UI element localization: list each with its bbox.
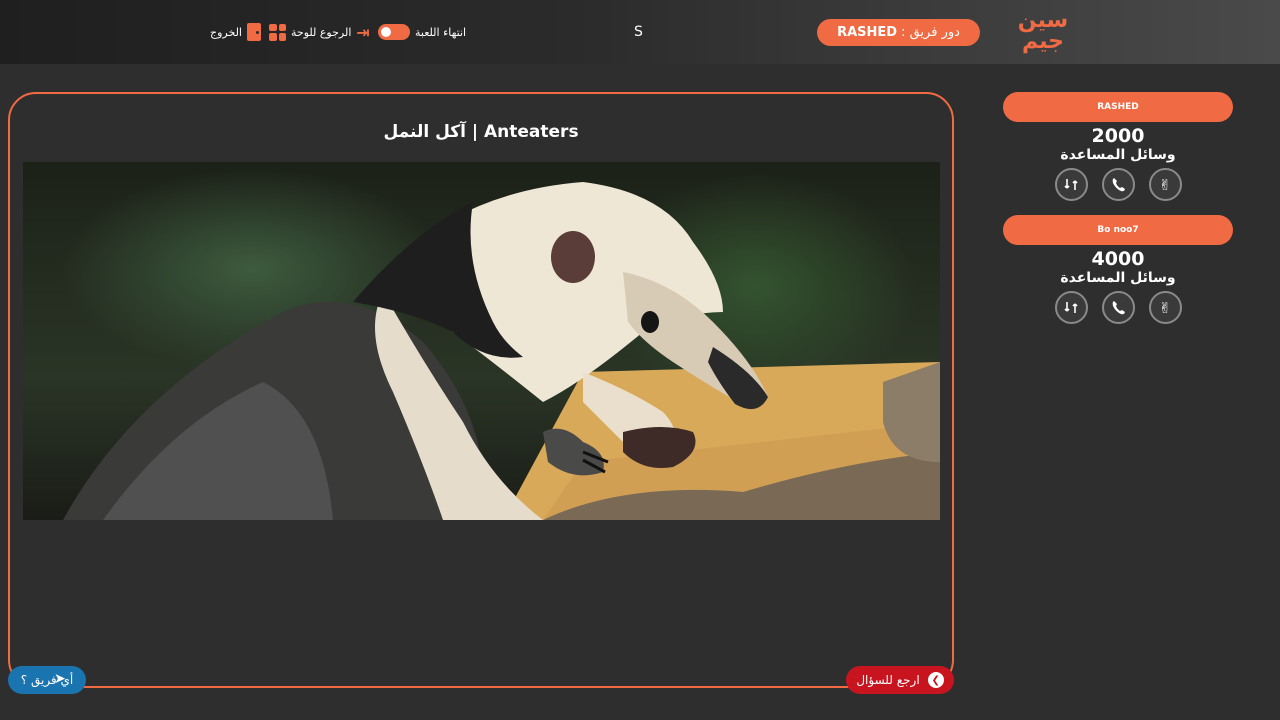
helpers-row: ✌ xyxy=(1003,168,1233,201)
exit-label: الخروج xyxy=(210,25,242,39)
turn-team-name: RASHED xyxy=(837,25,898,40)
turn-label: دور فريق : xyxy=(901,25,960,40)
helpers-row: ✌ xyxy=(1003,291,1233,324)
back-to-board-button[interactable]: الرجوع للوحة ⇥ xyxy=(269,22,370,42)
swap-icon[interactable] xyxy=(1054,168,1088,201)
team-name-badge: Bo noo7 xyxy=(1003,215,1233,245)
helpers-label: وسائل المساعدة xyxy=(1060,147,1176,163)
end-game-label: انتهاء اللعبة xyxy=(415,25,467,39)
phone-call-icon[interactable] xyxy=(1101,291,1135,324)
back-to-question-label: ارجع للسؤال xyxy=(856,673,920,687)
helpers-label: وسائل المساعدة xyxy=(1060,270,1176,286)
team-score: 4000 xyxy=(1091,248,1145,270)
board-grid-icon xyxy=(269,23,286,41)
exit-button[interactable]: الخروج xyxy=(210,22,261,42)
which-team-button[interactable]: أي فريق ؟ xyxy=(8,666,86,694)
logo-line-2: جيم xyxy=(1021,29,1065,54)
team-card: Bo noo7 4000 وسائل المساعدة ✌ xyxy=(1003,215,1233,324)
swap-icon[interactable] xyxy=(1054,291,1088,324)
arrow-right-bar-icon: ⇥ xyxy=(356,22,370,42)
two-answers-icon[interactable]: ✌ xyxy=(1148,168,1182,201)
question-panel: آكل النمل | Anteaters xyxy=(8,92,954,688)
question-image xyxy=(23,162,940,520)
phone-call-icon[interactable] xyxy=(1101,168,1135,201)
app-logo: سين جيم xyxy=(1012,4,1074,60)
two-answers-icon[interactable]: ✌ xyxy=(1148,291,1182,324)
back-to-question-button[interactable]: ❯ ارجع للسؤال xyxy=(846,666,954,694)
top-bar: سين جيم دور فريق : RASHED S انتهاء اللعب… xyxy=(0,0,1280,64)
toggle-icon[interactable] xyxy=(378,24,410,40)
anteater-photo xyxy=(63,182,940,520)
team-name-badge: RASHED xyxy=(1003,92,1233,122)
mouse-pointer-icon: ➤ xyxy=(54,671,66,687)
team-turn-badge: دور فريق : RASHED xyxy=(817,19,980,46)
team-card: RASHED 2000 وسائل المساعدة ✌ xyxy=(1003,92,1233,201)
question-title: آكل النمل | Anteaters xyxy=(383,122,579,142)
end-game-button[interactable]: انتهاء اللعبة xyxy=(378,22,466,42)
back-to-board-label: الرجوع للوحة xyxy=(291,25,352,39)
timer-display: S xyxy=(634,24,643,40)
chevron-right-circle-icon: ❯ xyxy=(927,672,944,688)
team-score: 2000 xyxy=(1091,125,1145,147)
door-exit-icon xyxy=(247,23,261,41)
